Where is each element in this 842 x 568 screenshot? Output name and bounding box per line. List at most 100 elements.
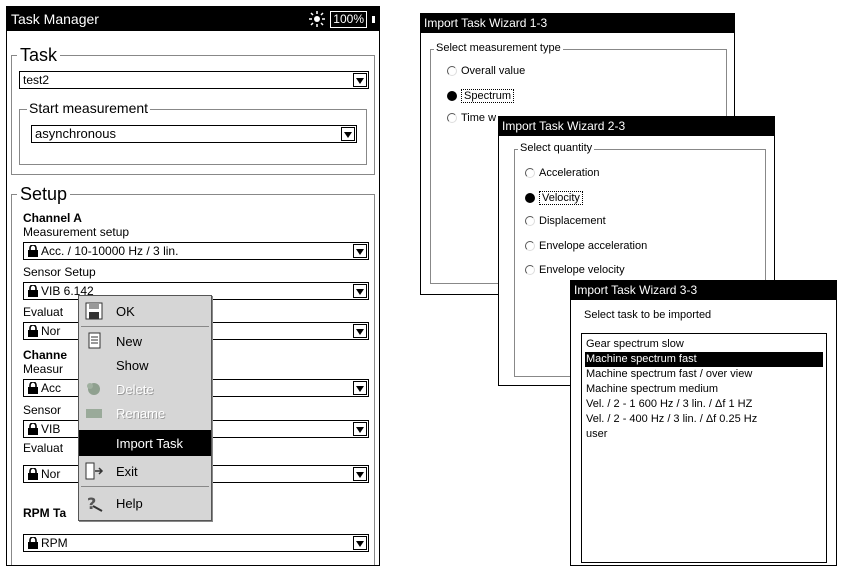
wizard-step-3-prompt: Select task to be imported: [584, 309, 712, 321]
setup-group-label: Setup: [17, 185, 71, 203]
radio-button[interactable]: [447, 66, 457, 76]
chevron-down-icon[interactable]: [353, 324, 367, 338]
wizard-step-1-title: Import Task Wizard 1-3: [421, 14, 734, 33]
battery-level: 100%: [333, 11, 364, 26]
chevron-down-icon[interactable]: [353, 467, 367, 481]
menu-item-exit[interactable]: Exit: [79, 458, 211, 484]
lock-icon: [28, 325, 38, 337]
radio-overall-value[interactable]: Overall value: [447, 65, 525, 77]
evaluation-b-label: Evaluat: [23, 441, 64, 455]
radio-label: Displacement: [539, 215, 606, 227]
measurement-b-label: Measur: [23, 362, 64, 376]
radio-displacement[interactable]: Displacement: [525, 215, 606, 227]
evaluation-value: Nor: [41, 324, 61, 338]
chevron-down-icon[interactable]: [353, 536, 367, 550]
menu-item-ok[interactable]: OK: [79, 298, 211, 324]
radio-button[interactable]: [525, 193, 535, 203]
menu-item-import-task[interactable]: Import Task: [79, 430, 211, 456]
help-icon: ?: [87, 494, 103, 512]
sensor-b-value: VIB: [41, 422, 61, 436]
radio-label: Acceleration: [539, 167, 600, 179]
list-item[interactable]: Machine spectrum fast / over view: [585, 367, 823, 382]
wizard-step-3: Import Task Wizard 3-3 Select task to be…: [570, 280, 837, 566]
lock-icon: [28, 468, 38, 480]
channel-b-heading: Channe: [23, 348, 68, 362]
measurement-setup-select[interactable]: Acc. / 10-10000 Hz / 3 lin.: [23, 242, 369, 260]
radio-button[interactable]: [447, 113, 457, 123]
list-item[interactable]: Machine spectrum fast: [585, 352, 823, 367]
radio-button[interactable]: [525, 168, 535, 178]
task-list[interactable]: Gear spectrum slow Machine spectrum fast…: [581, 333, 827, 563]
menu-item-help[interactable]: ? Help: [79, 490, 211, 516]
radio-label: Spectrum: [461, 89, 515, 103]
backlight-icon: [309, 11, 326, 27]
lock-icon: [28, 423, 38, 435]
rename-icon: [86, 409, 102, 418]
wizard-step-3-title: Import Task Wizard 3-3: [571, 281, 836, 300]
radio-label: Envelope velocity: [539, 264, 625, 276]
measurement-setup-value: Acc. / 10-10000 Hz / 3 lin.: [41, 244, 179, 258]
chevron-down-icon[interactable]: [353, 73, 367, 87]
menu-item-label: Rename: [116, 406, 166, 421]
menu-separator: [81, 326, 209, 327]
start-measurement-value: asynchronous: [35, 126, 116, 141]
radio-label: Envelope acceleration: [539, 240, 648, 252]
chevron-down-icon[interactable]: [353, 381, 367, 395]
radio-envelope-acceleration[interactable]: Envelope acceleration: [525, 240, 647, 252]
radio-time-waveform[interactable]: Time w: [447, 112, 496, 124]
new-document-icon: [88, 332, 101, 349]
list-item[interactable]: Vel. / 2 - 400 Hz / 3 lin. / Δf 0.25 Hz: [585, 412, 823, 427]
radio-label: Time w: [461, 112, 497, 124]
measurement-type-label: Select measurement type: [434, 42, 563, 54]
delete-icon: [87, 383, 100, 395]
menu-item-label: Show: [116, 358, 149, 373]
menu-item-show[interactable]: Show: [79, 352, 211, 378]
status-area: 100%: [308, 10, 375, 28]
radio-button[interactable]: [447, 91, 457, 101]
start-measurement-select[interactable]: asynchronous: [31, 125, 357, 143]
measurement-setup-label: Measurement setup: [23, 225, 130, 239]
battery-icon: [372, 15, 375, 23]
evaluation-label: Evaluat: [23, 305, 64, 319]
save-icon: [85, 302, 103, 320]
menu-item-new[interactable]: New: [79, 328, 211, 354]
menu-item-label: Exit: [116, 464, 138, 479]
list-item[interactable]: Gear spectrum slow: [585, 337, 823, 352]
list-item[interactable]: Vel. / 2 - 1 600 Hz / 3 lin. / Δf 1 HZ: [585, 397, 823, 412]
menu-separator: [81, 486, 209, 487]
chevron-down-icon[interactable]: [353, 244, 367, 258]
context-menu: OK New Show Delete Rename Import Task Ex…: [78, 295, 212, 521]
sensor-setup-label: Sensor Setup: [23, 265, 96, 279]
radio-acceleration[interactable]: Acceleration: [525, 167, 600, 179]
radio-button[interactable]: [525, 216, 535, 226]
menu-item-label: New: [116, 334, 143, 349]
exit-icon: [85, 462, 104, 480]
evaluation-b-value: Nor: [41, 467, 61, 481]
lock-icon: [28, 537, 38, 549]
chevron-down-icon[interactable]: [353, 422, 367, 436]
radio-button[interactable]: [525, 265, 535, 275]
radio-spectrum[interactable]: Spectrum: [447, 89, 515, 103]
sensor-b-label: Sensor: [23, 403, 62, 417]
start-measurement-label: Start measurement: [27, 100, 151, 116]
chevron-down-icon[interactable]: [341, 127, 355, 141]
menu-item-label: Help: [116, 496, 143, 511]
rpm-value: RPM: [41, 536, 68, 550]
task-name-select[interactable]: test2: [19, 71, 369, 89]
radio-button[interactable]: [525, 241, 535, 251]
lock-icon: [28, 245, 38, 257]
list-item[interactable]: user: [585, 427, 823, 442]
list-item[interactable]: Machine spectrum medium: [585, 382, 823, 397]
menu-item-label: Import Task: [116, 436, 183, 451]
menu-item-label: OK: [116, 304, 135, 319]
radio-label: Velocity: [539, 191, 583, 205]
task-name-value: test2: [23, 73, 50, 87]
lock-icon: [28, 285, 38, 297]
radio-label: Overall value: [461, 65, 526, 77]
radio-envelope-velocity[interactable]: Envelope velocity: [525, 264, 625, 276]
chevron-down-icon[interactable]: [353, 284, 367, 298]
rpm-heading: RPM Ta: [23, 506, 67, 520]
rpm-select[interactable]: RPM: [23, 534, 369, 552]
menu-item-label: Delete: [116, 382, 154, 397]
radio-velocity[interactable]: Velocity: [525, 191, 583, 205]
